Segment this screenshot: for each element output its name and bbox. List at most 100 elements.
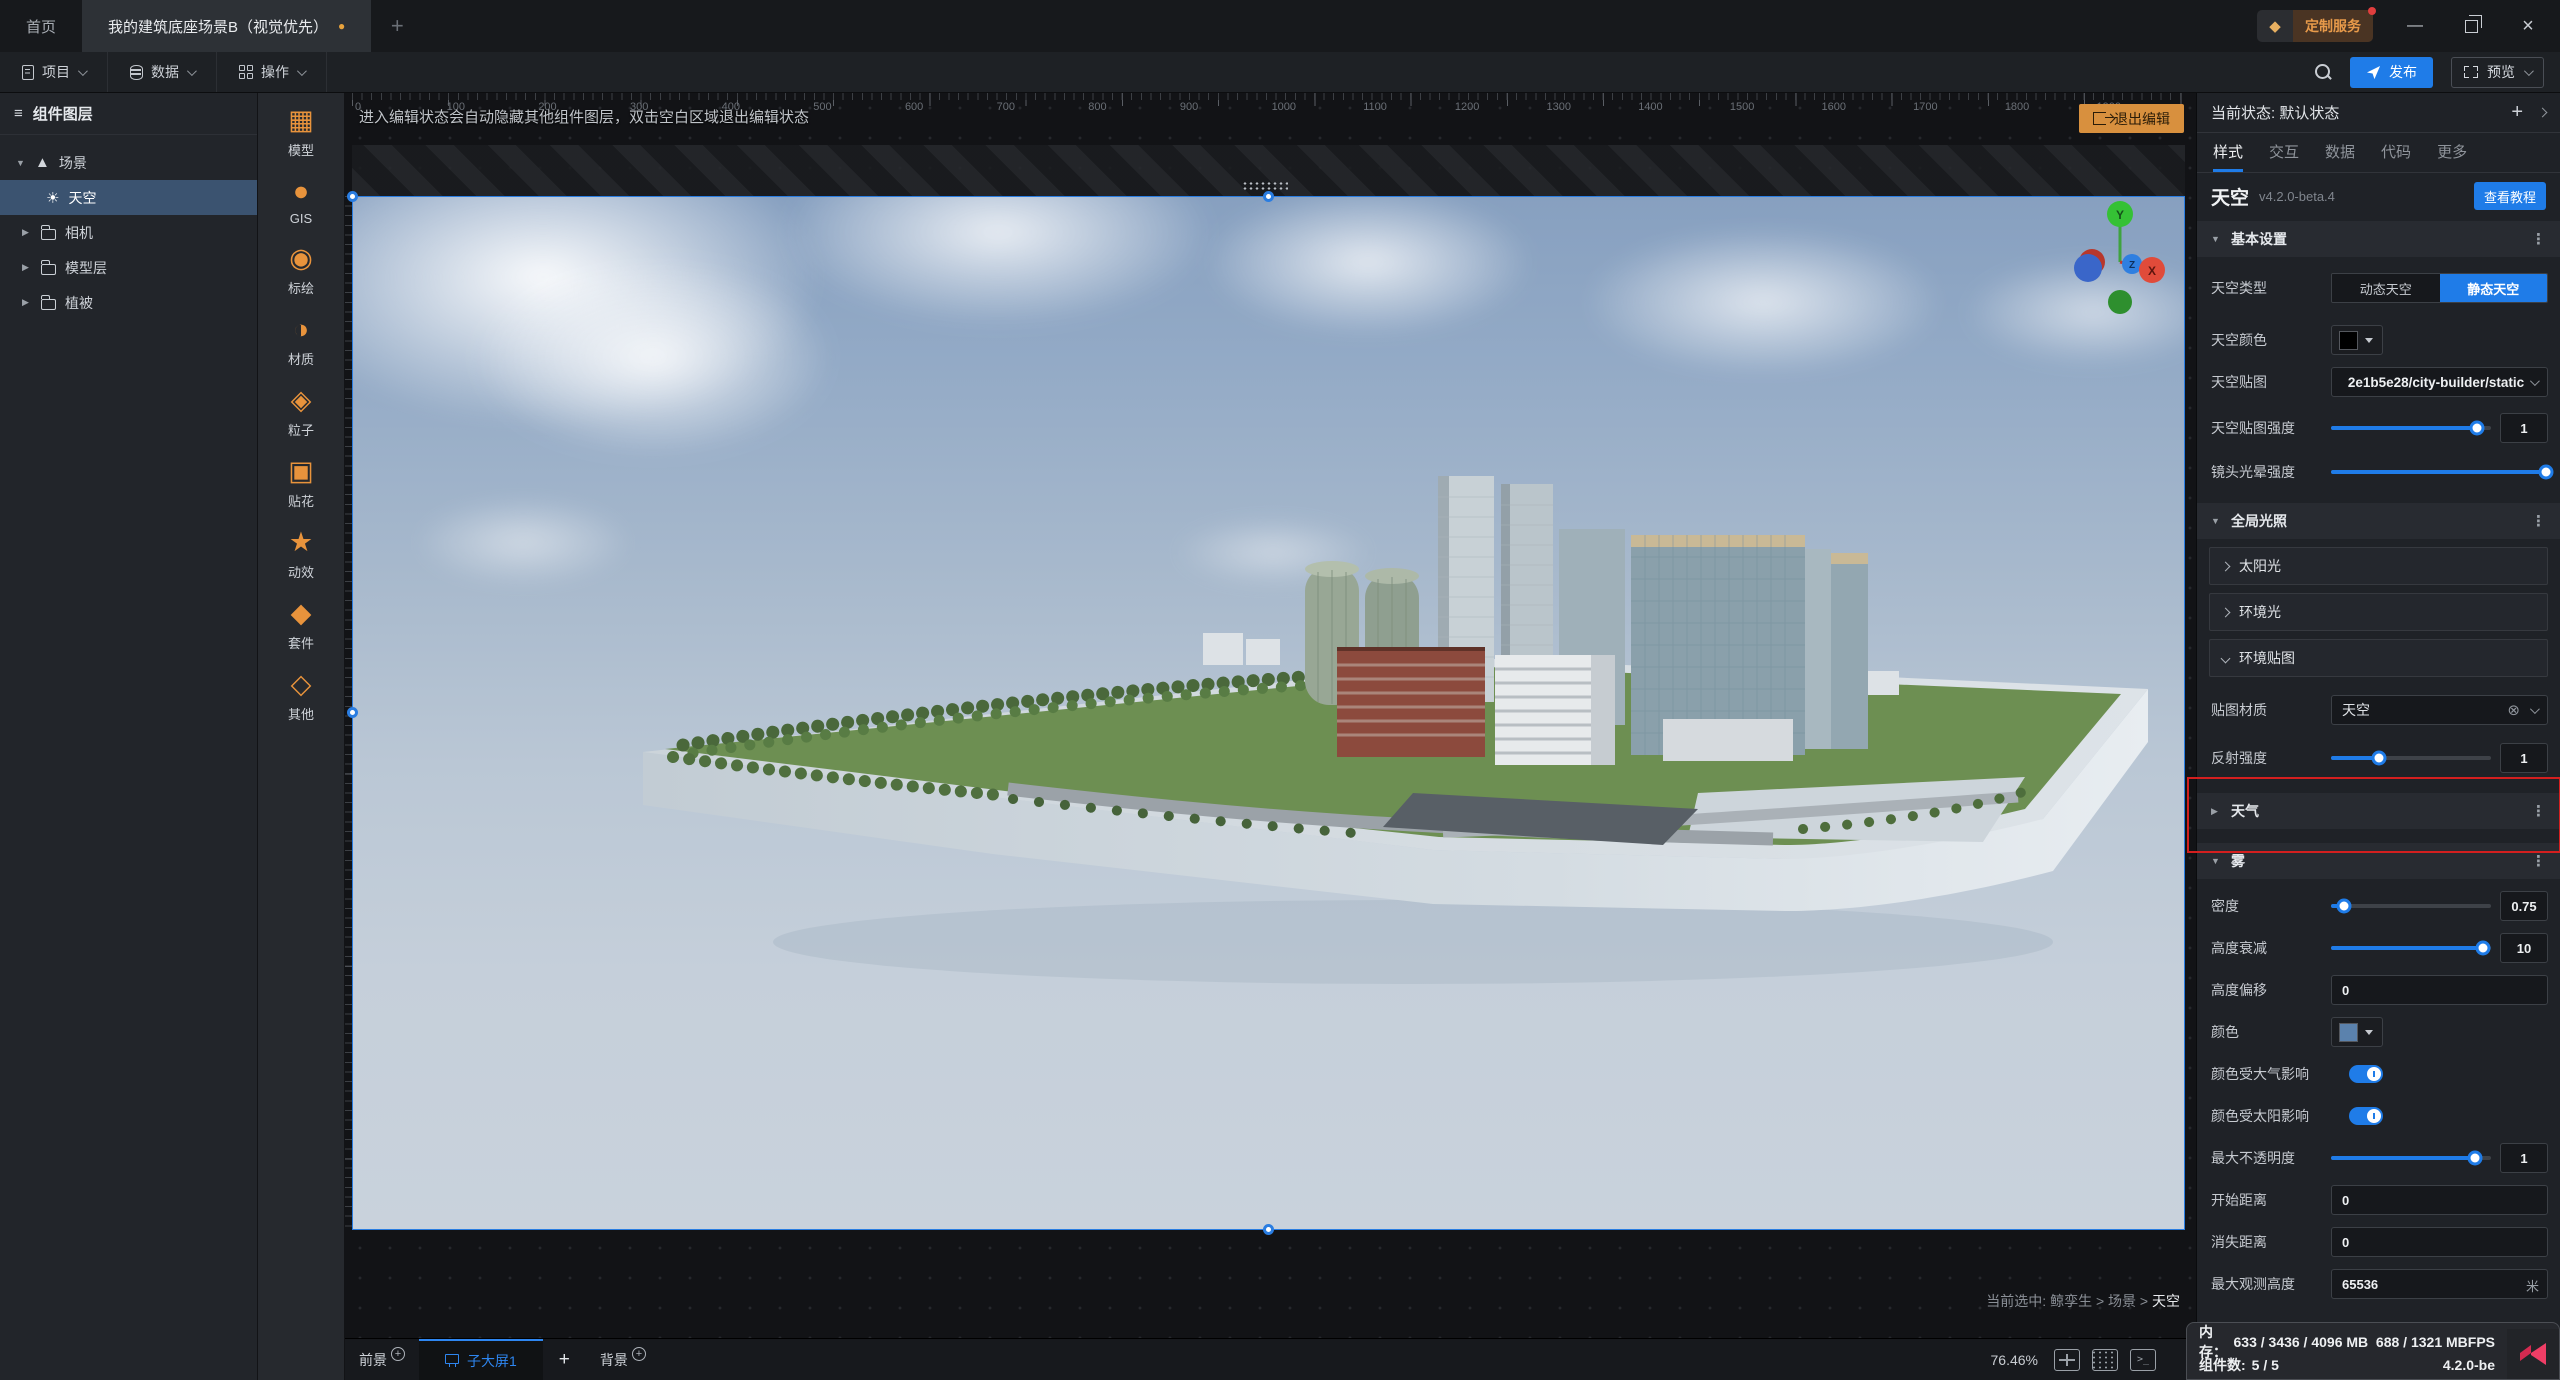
menu-action[interactable]: 操作 bbox=[217, 52, 327, 92]
tab-active-scene[interactable]: 我的建筑底座场景B（视觉优先） ● bbox=[82, 0, 371, 52]
axis-gizmo[interactable]: Y Z X bbox=[2072, 198, 2168, 314]
dock-item-animation[interactable]: ★动效 bbox=[288, 527, 314, 581]
console-icon[interactable]: >_ bbox=[2130, 1349, 2156, 1371]
fog-color-picker[interactable] bbox=[2331, 1017, 2383, 1047]
add-screen-button[interactable]: + bbox=[543, 1339, 586, 1380]
preview-button[interactable]: 预览 bbox=[2451, 57, 2544, 88]
tree-node-vegetation[interactable]: ▶ 植被 bbox=[0, 285, 257, 320]
card-sunlight[interactable]: 太阳光 bbox=[2209, 547, 2548, 585]
section-title: 天气 bbox=[2231, 801, 2259, 821]
exit-edit-button[interactable]: 退出编辑 bbox=[2079, 104, 2184, 133]
sky-color-picker[interactable] bbox=[2331, 325, 2383, 355]
background-button[interactable]: 背景+ bbox=[586, 1339, 660, 1380]
search-icon[interactable] bbox=[2314, 63, 2332, 81]
dock-item-model[interactable]: ▦模型 bbox=[288, 105, 314, 159]
tab-more[interactable]: 更多 bbox=[2437, 133, 2467, 172]
row-atmosphere-affect: 颜色受大气影响 bbox=[2211, 1059, 2548, 1089]
dock-item-particle[interactable]: ◈粒子 bbox=[288, 385, 314, 439]
height-falloff-value[interactable]: 10 bbox=[2500, 933, 2548, 963]
publish-button[interactable]: 发布 bbox=[2350, 57, 2433, 88]
scene-icon: ▲ bbox=[35, 154, 50, 171]
card-environment-map[interactable]: 环境贴图 bbox=[2209, 639, 2548, 677]
viewport-canvas[interactable]: 0100200300400500600700800900100011001200… bbox=[345, 93, 2196, 1338]
tree-node-camera[interactable]: ▶ 相机 bbox=[0, 215, 257, 250]
card-ambient-light[interactable]: 环境光 bbox=[2209, 593, 2548, 631]
sky-map-dropdown[interactable]: 2e1b5e28/city-builder/static bbox=[2331, 367, 2548, 397]
tutorial-button[interactable]: 查看教程 bbox=[2474, 182, 2546, 210]
env-map-material-dropdown[interactable]: 天空 ⊗ bbox=[2331, 695, 2548, 725]
fit-view-icon[interactable] bbox=[2054, 1349, 2080, 1371]
tree-node-label: 相机 bbox=[65, 223, 93, 243]
keyboard-shortcuts-icon[interactable] bbox=[2092, 1349, 2118, 1371]
max-opacity-slider[interactable] bbox=[2331, 1150, 2491, 1166]
sun-affect-toggle[interactable] bbox=[2349, 1107, 2383, 1125]
add-circle-icon[interactable]: + bbox=[391, 1347, 405, 1361]
screens-bar: 前景+ 子大屏1 + 背景+ 76.46% >_ bbox=[345, 1338, 2196, 1380]
more-options-icon[interactable]: ⋮ bbox=[2531, 852, 2546, 870]
tab-home[interactable]: 首页 bbox=[0, 0, 82, 52]
tree-node-scene[interactable]: ▼ ▲ 场景 bbox=[0, 145, 257, 180]
start-distance-input[interactable] bbox=[2331, 1185, 2548, 1215]
paper-plane-icon bbox=[2366, 65, 2381, 80]
lens-flare-slider[interactable] bbox=[2331, 464, 2548, 480]
option-static-sky[interactable]: 静态天空 bbox=[2440, 274, 2548, 302]
new-tab-button[interactable]: + bbox=[371, 0, 423, 52]
menu-data[interactable]: 数据 bbox=[108, 52, 217, 92]
tab-data[interactable]: 数据 bbox=[2325, 133, 2355, 172]
fog-density-slider[interactable] bbox=[2331, 898, 2491, 914]
close-button[interactable]: × bbox=[2514, 15, 2542, 38]
dock-item-other[interactable]: ◇其他 bbox=[288, 669, 314, 723]
height-falloff-slider[interactable] bbox=[2331, 940, 2491, 956]
sky-map-intensity-value[interactable]: 1 bbox=[2500, 413, 2548, 443]
chevron-right-icon[interactable] bbox=[2538, 108, 2548, 118]
custom-service-badge[interactable]: ◆ 定制服务 bbox=[2257, 10, 2373, 42]
clear-icon[interactable]: ⊗ bbox=[2507, 701, 2520, 719]
max-view-height-input[interactable] bbox=[2331, 1269, 2548, 1299]
reflection-intensity-value[interactable]: 1 bbox=[2500, 743, 2548, 773]
resize-handle-top-left[interactable] bbox=[347, 191, 358, 202]
screen-tab-active[interactable]: 子大屏1 bbox=[419, 1339, 543, 1380]
max-opacity-value[interactable]: 1 bbox=[2500, 1143, 2548, 1173]
foreground-button[interactable]: 前景+ bbox=[345, 1339, 419, 1380]
more-options-icon[interactable]: ⋮ bbox=[2531, 230, 2546, 248]
height-offset-input[interactable] bbox=[2331, 975, 2548, 1005]
dock-item-plot[interactable]: ◉标绘 bbox=[288, 243, 314, 297]
dock-item-material[interactable]: ◑材质 bbox=[288, 314, 314, 368]
add-circle-icon[interactable]: + bbox=[632, 1347, 646, 1361]
menu-project[interactable]: 项目 bbox=[0, 52, 108, 92]
dock-item-kit[interactable]: ◆套件 bbox=[288, 598, 314, 652]
resize-handle-left-center[interactable] bbox=[347, 707, 358, 718]
fog-density-value[interactable]: 0.75 bbox=[2500, 891, 2548, 921]
resize-handle-top-center[interactable] bbox=[1263, 191, 1274, 202]
section-global-lighting[interactable]: ▼ 全局光照 ⋮ bbox=[2197, 503, 2560, 539]
add-state-button[interactable]: + bbox=[2511, 101, 2523, 124]
tab-style[interactable]: 样式 bbox=[2213, 133, 2243, 172]
dock-label: GIS bbox=[290, 211, 312, 226]
section-fog[interactable]: ▼ 雾 ⋮ bbox=[2197, 843, 2560, 879]
menu-action-label: 操作 bbox=[261, 62, 289, 82]
minimize-button[interactable]: — bbox=[2401, 17, 2429, 35]
reflection-intensity-slider[interactable] bbox=[2331, 750, 2491, 766]
section-basic-settings[interactable]: ▼ 基本设置 ⋮ bbox=[2197, 221, 2560, 257]
tree-node-model-layer[interactable]: ▶ 模型层 bbox=[0, 250, 257, 285]
caret-down-icon: ▼ bbox=[2211, 516, 2221, 526]
screen-drag-grip[interactable] bbox=[1242, 181, 1288, 190]
fade-distance-input[interactable] bbox=[2331, 1227, 2548, 1257]
restore-button[interactable] bbox=[2465, 20, 2478, 33]
resize-handle-bottom-center[interactable] bbox=[1263, 1224, 1274, 1235]
tree-node-sky[interactable]: ☀ 天空 bbox=[0, 180, 257, 215]
atmosphere-affect-toggle[interactable] bbox=[2349, 1065, 2383, 1083]
more-options-icon[interactable]: ⋮ bbox=[2531, 512, 2546, 530]
more-options-icon[interactable]: ⋮ bbox=[2531, 802, 2546, 820]
components-value: 5 / 5 bbox=[2252, 1357, 2279, 1373]
tab-interaction[interactable]: 交互 bbox=[2269, 133, 2299, 172]
current-state-label: 当前状态: 默认状态 bbox=[2211, 102, 2339, 123]
section-weather[interactable]: ▶ 天气 ⋮ bbox=[2197, 793, 2560, 829]
zoom-level[interactable]: 76.46% bbox=[1991, 1352, 2038, 1368]
dock-item-decal[interactable]: ▣贴花 bbox=[288, 456, 314, 510]
option-dynamic-sky[interactable]: 动态天空 bbox=[2332, 274, 2440, 302]
sub-screen[interactable] bbox=[352, 196, 2185, 1230]
sky-map-intensity-slider[interactable] bbox=[2331, 420, 2491, 436]
dock-item-gis[interactable]: ●GIS bbox=[290, 176, 312, 226]
tab-code[interactable]: 代码 bbox=[2381, 133, 2411, 172]
